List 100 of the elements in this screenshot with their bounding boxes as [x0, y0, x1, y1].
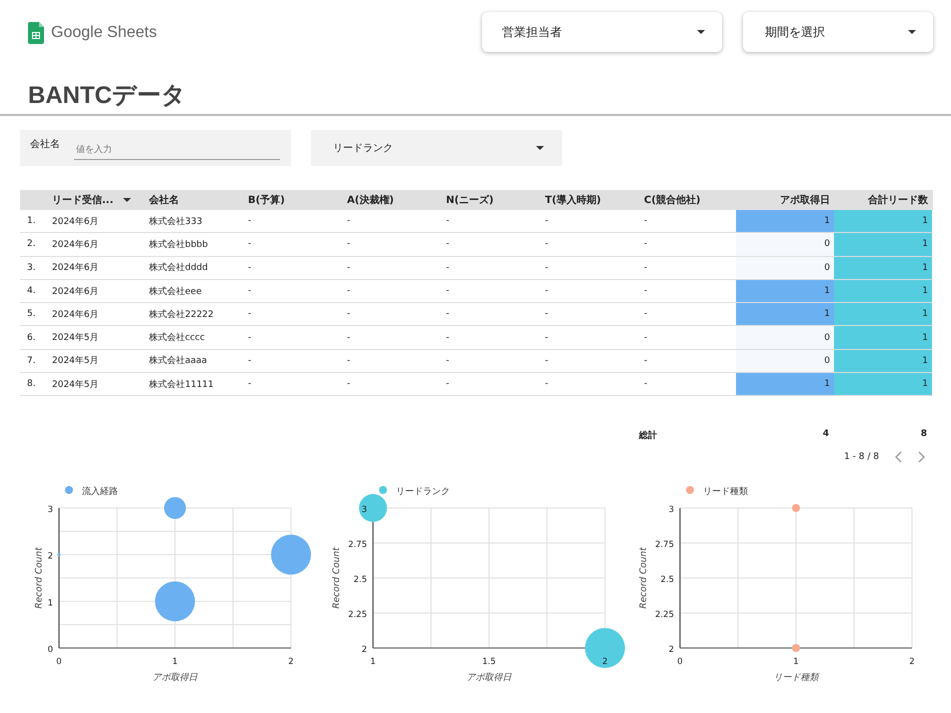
table-cell-text: -	[544, 238, 550, 252]
tick-label: 2	[288, 657, 294, 668]
legend-label: 流入経路	[82, 487, 118, 498]
tick-label: 0	[48, 645, 53, 656]
table-cell-text: -	[445, 238, 450, 252]
column-header[interactable]: アポ取得日	[736, 190, 834, 210]
table-cell-text: 株式会社22222	[148, 308, 215, 322]
dropdown[interactable]: 期間を選択	[743, 12, 933, 52]
table-cell-text: 2024年5月	[51, 378, 100, 392]
table-cell-text: -	[445, 285, 450, 298]
table-cell-text: -	[346, 332, 352, 345]
table-cell: 1	[834, 350, 932, 372]
table-cell: 1	[834, 256, 932, 279]
table-cell-text: -	[643, 262, 648, 275]
table-cell: 0	[736, 326, 834, 349]
table-cell-text: -	[247, 354, 252, 368]
axis-title: リード種類	[774, 673, 818, 684]
table-cell: 1	[736, 210, 834, 232]
sort-icon	[123, 198, 132, 202]
tick-label: 2.75	[348, 540, 367, 550]
table-cell-text: 株式会社11111	[148, 378, 215, 392]
table-cell-text: -	[643, 215, 648, 228]
table-cell-text: 株式会社bbbb	[148, 238, 209, 252]
tick-label: 3	[48, 505, 53, 516]
tick-label: 2	[909, 657, 915, 668]
table-cell-text: 2024年6月	[51, 286, 100, 299]
column-header[interactable]: N(ニーズ)	[442, 190, 541, 210]
table-cell-text: 株式会社333	[148, 216, 204, 229]
row-number: 5.	[26, 308, 37, 322]
filter-label: 会社名	[30, 138, 60, 151]
column-header[interactable]: T(導入時期)	[541, 190, 640, 210]
legend-label: リードランク	[396, 487, 450, 498]
table-cell: 1	[834, 326, 932, 349]
sheets-logo-icon	[28, 22, 44, 44]
table-cell-text: 2024年6月	[51, 262, 100, 276]
table-cell-text: -	[643, 238, 648, 252]
tick-label: 2	[48, 552, 53, 562]
table-cell-text: -	[643, 308, 648, 322]
table-cell-text: -	[544, 332, 550, 345]
table-cell: 0	[736, 233, 834, 256]
tick-label: 1.5	[482, 657, 496, 668]
column-header[interactable]: C(競合他社)	[640, 190, 736, 210]
column-header[interactable]: 会社名	[145, 190, 244, 210]
column-header[interactable]: B(予算)	[244, 190, 343, 210]
table-cell-text: -	[544, 285, 550, 298]
column-header[interactable]: リード受信...	[48, 190, 145, 210]
table-cell-text: -	[544, 378, 550, 392]
dropdown[interactable]: リードランク	[311, 130, 562, 166]
table-cell-text: -	[445, 332, 450, 345]
tick-label: 1	[793, 657, 799, 668]
table-cell-text: -	[643, 332, 648, 345]
filter-field[interactable]: 会社名 値を入力	[20, 130, 291, 166]
table-cell-text: -	[544, 308, 550, 322]
tick-label: 1	[370, 657, 376, 668]
column-header[interactable]: 合計リード数	[834, 190, 932, 210]
total-value: 4	[822, 429, 829, 442]
table-cell-text: -	[445, 215, 450, 228]
column-header[interactable]: A(決裁権)	[343, 190, 442, 210]
tick-label: 2.5	[353, 575, 367, 586]
table-cell: 0	[736, 350, 834, 372]
table-cell-text: -	[247, 378, 252, 392]
table-cell-text: 株式会社cccc	[148, 332, 206, 346]
dropdown[interactable]: 営業担当者	[482, 12, 722, 52]
previous-page-icon[interactable]	[895, 451, 902, 464]
tick-label: 1	[48, 598, 53, 609]
axis-title: Record Count	[34, 548, 44, 609]
table-cell-text: -	[247, 215, 252, 228]
table-cell-text: -	[346, 354, 352, 368]
row-number: 4.	[26, 285, 37, 298]
tick-label: 2.25	[655, 610, 674, 620]
legend-label: リード種類	[703, 487, 748, 498]
table-cell: 1	[834, 233, 932, 256]
input-field[interactable]: 値を入力	[74, 140, 280, 160]
table-cell-text: -	[346, 215, 352, 228]
total-label: 総計	[639, 429, 658, 442]
table-cell-text: -	[544, 354, 550, 368]
table-cell-text: 2024年6月	[51, 238, 100, 252]
table-cell-text: -	[643, 378, 648, 392]
row-number: 7.	[26, 354, 37, 368]
table-cell: 1	[834, 210, 932, 232]
table-cell-text: -	[445, 354, 450, 368]
table-cell-text: -	[346, 285, 352, 298]
table-cell-text: -	[346, 238, 352, 252]
page-range: 1 - 8 / 8	[844, 452, 879, 462]
caret-icon	[697, 30, 705, 34]
table-cell-text: -	[247, 285, 252, 298]
row-number: 6.	[26, 332, 37, 345]
axis-title: アポ取得日	[466, 673, 512, 684]
tick-label: 2	[602, 657, 608, 668]
table-cell: 1	[834, 303, 932, 326]
table-cell: 1	[736, 303, 834, 326]
tick-label: 0	[677, 657, 683, 668]
row-number: 1.	[26, 215, 37, 228]
next-page-icon[interactable]	[918, 451, 925, 464]
tick-label: 3	[668, 505, 674, 516]
logo-text: Google Sheets	[51, 24, 157, 42]
table-cell-text: 株式会社eee	[148, 286, 203, 299]
table-cell-text: -	[346, 308, 352, 322]
tick-label: 2.5	[660, 575, 674, 586]
page-title: BANTCデータ	[28, 81, 187, 111]
